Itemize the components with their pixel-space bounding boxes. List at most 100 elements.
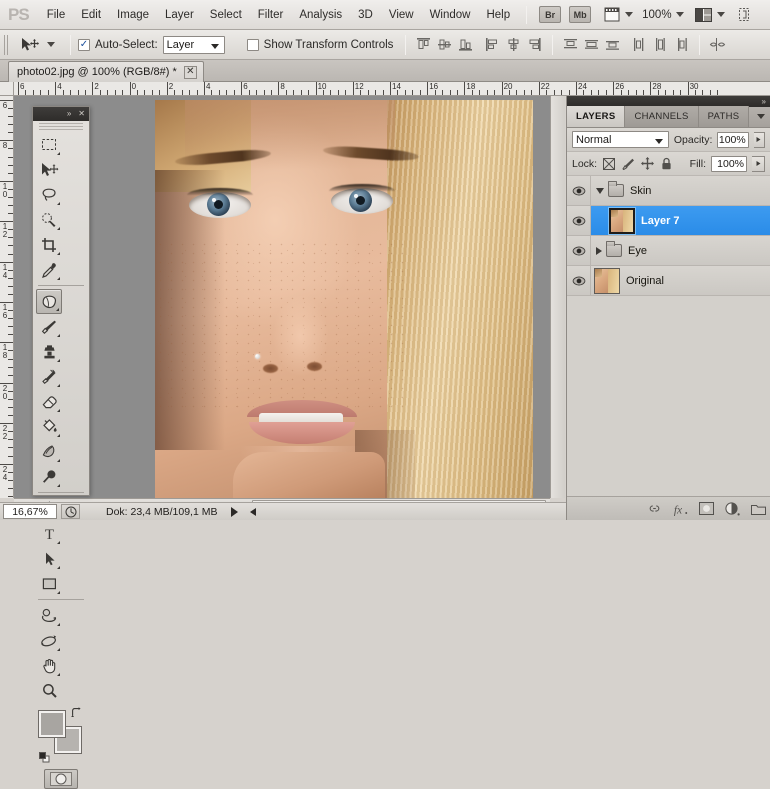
path-selection-tool[interactable]	[36, 546, 62, 571]
distribute-bottom-edges-icon[interactable]	[604, 36, 621, 54]
opacity-field[interactable]: 100%	[717, 131, 749, 148]
auto-select-checkbox[interactable]: ✓	[78, 38, 90, 51]
auto-align-layers-icon[interactable]	[709, 36, 726, 54]
zoom-dropdown-icon[interactable]	[675, 12, 684, 17]
menu-file[interactable]: File	[39, 5, 74, 25]
canvas-area[interactable]	[14, 96, 565, 498]
layer-row-skin[interactable]: Skin	[567, 176, 770, 206]
canvas-vertical-scrollbar[interactable]	[550, 96, 565, 498]
blur-tool[interactable]	[36, 464, 62, 489]
align-horizontal-centers-icon[interactable]	[505, 36, 522, 54]
align-right-edges-icon[interactable]	[526, 36, 543, 54]
gradient-tool[interactable]	[36, 439, 62, 464]
document-tab[interactable]: photo02.jpg @ 100% (RGB/8#) * ✕	[8, 61, 204, 82]
menu-window[interactable]: Window	[422, 5, 479, 25]
fill-field[interactable]: 100%	[711, 155, 747, 172]
eyedropper-tool[interactable]	[36, 257, 62, 282]
menu-analysis[interactable]: Analysis	[291, 5, 350, 25]
menu-layer[interactable]: Layer	[157, 5, 202, 25]
view-extras-dropdown-icon[interactable]	[625, 12, 634, 17]
lasso-tool[interactable]	[36, 182, 62, 207]
menu-image[interactable]: Image	[109, 5, 157, 25]
launch-bridge-button[interactable]: Br	[539, 6, 562, 23]
lock-transparent-pixels-icon[interactable]	[602, 157, 616, 171]
ruler-origin-corner[interactable]	[0, 82, 14, 96]
distribute-left-edges-icon[interactable]	[631, 36, 648, 54]
view-extras-icon[interactable]	[602, 6, 621, 23]
distribute-right-edges-icon[interactable]	[673, 36, 690, 54]
brush-tool[interactable]	[36, 314, 62, 339]
layer-style-fx-icon[interactable]: fx	[673, 501, 688, 516]
menu-edit[interactable]: Edit	[73, 5, 109, 25]
layer-row-original[interactable]: Original	[567, 266, 770, 296]
collapse-icon[interactable]: »	[65, 110, 73, 118]
align-vertical-centers-icon[interactable]	[436, 36, 453, 54]
new-adjustment-layer-icon[interactable]	[725, 501, 740, 516]
blend-mode-dropdown[interactable]: Normal	[572, 131, 669, 148]
history-brush-tool[interactable]	[36, 364, 62, 389]
status-prev-icon[interactable]	[250, 507, 257, 516]
menu-select[interactable]: Select	[202, 5, 250, 25]
patch-tool[interactable]	[36, 289, 62, 314]
screen-mode-icon[interactable]	[735, 6, 754, 23]
move-tool[interactable]	[36, 157, 62, 182]
fill-stepper[interactable]	[752, 155, 765, 172]
lock-position-icon[interactable]	[640, 157, 654, 171]
tool-preset-picker[interactable]	[15, 35, 63, 55]
link-layers-icon[interactable]	[647, 501, 662, 516]
vertical-ruler[interactable]: 6 8 10 12 14 16 18 20 22 24	[0, 96, 14, 498]
rectangular-marquee-tool[interactable]	[36, 132, 62, 157]
type-tool[interactable]: T	[36, 521, 62, 546]
menu-filter[interactable]: Filter	[250, 5, 292, 25]
close-icon[interactable]: ✕	[183, 65, 197, 79]
arrange-documents-icon[interactable]	[694, 6, 713, 23]
horizontal-ruler[interactable]: 6 4 2 0 2 4 6 8 10 12 14 16 18 20 22 24 26 28 30	[14, 82, 770, 96]
quick-mask-mode-icon[interactable]	[44, 769, 78, 789]
close-icon[interactable]: ✕	[76, 110, 87, 118]
layer-thumbnail[interactable]	[594, 267, 620, 294]
tool-preset-dropdown-icon[interactable]	[47, 42, 55, 47]
crop-tool[interactable]	[36, 232, 62, 257]
auto-select-scope-dropdown[interactable]: Layer	[162, 35, 225, 54]
eraser-tool[interactable]	[36, 389, 62, 414]
foreground-color-swatch[interactable]	[39, 711, 65, 737]
new-group-icon[interactable]	[751, 501, 766, 516]
tab-layers[interactable]: LAYERS	[567, 106, 626, 127]
arrange-dropdown-icon[interactable]	[716, 12, 725, 17]
align-top-edges-icon[interactable]	[415, 36, 432, 54]
swap-colors-icon[interactable]	[71, 707, 83, 718]
status-play-icon[interactable]	[231, 506, 239, 517]
panel-menu-icon[interactable]	[757, 114, 765, 119]
align-left-edges-icon[interactable]	[484, 36, 501, 54]
menu-help[interactable]: Help	[478, 5, 518, 25]
align-bottom-edges-icon[interactable]	[457, 36, 474, 54]
paint-bucket-tool[interactable]	[36, 414, 62, 439]
layer-row-eye[interactable]: Eye	[567, 236, 770, 266]
opacity-stepper[interactable]	[753, 131, 765, 148]
show-transform-controls-checkbox[interactable]	[246, 38, 259, 51]
distribute-top-edges-icon[interactable]	[562, 36, 579, 54]
tab-channels[interactable]: CHANNELS	[625, 106, 699, 127]
menu-3d[interactable]: 3D	[350, 5, 381, 25]
layer-row-layer-7[interactable]: Layer 7	[567, 206, 770, 236]
clone-stamp-tool[interactable]	[36, 339, 62, 364]
layer-visibility-toggle[interactable]	[567, 206, 591, 235]
document-image[interactable]	[155, 100, 533, 498]
lock-all-icon[interactable]	[659, 157, 673, 171]
default-colors-icon[interactable]	[39, 752, 50, 763]
hand-tool[interactable]	[36, 653, 62, 678]
options-bar-grip[interactable]	[4, 34, 9, 55]
menu-view[interactable]: View	[381, 5, 422, 25]
timing-icon[interactable]	[61, 504, 80, 519]
layer-visibility-toggle[interactable]	[567, 176, 591, 205]
layer-visibility-toggle[interactable]	[567, 236, 591, 265]
3d-orbit-tool[interactable]	[36, 628, 62, 653]
lock-image-pixels-icon[interactable]	[621, 157, 635, 171]
tools-panel-header[interactable]: » ✕	[33, 107, 89, 121]
zoom-tool[interactable]	[36, 678, 62, 703]
3d-rotate-tool[interactable]	[36, 603, 62, 628]
tab-paths[interactable]: PATHS	[698, 106, 750, 127]
layer-visibility-toggle[interactable]	[567, 266, 591, 295]
zoom-percentage-field[interactable]: 16,67%	[3, 504, 57, 519]
collapse-icon[interactable]: »	[762, 97, 766, 106]
